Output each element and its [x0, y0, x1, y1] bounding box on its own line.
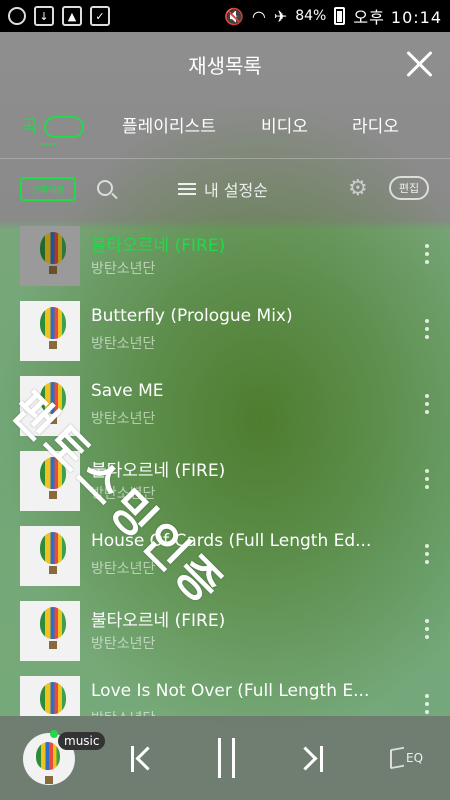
song-artist: 방탄소년단 — [91, 486, 156, 502]
repeat-button[interactable]: 반복재생 — [20, 177, 76, 201]
eq-label: EQ — [406, 751, 424, 765]
page-title: 재생목록 — [188, 53, 262, 78]
speaker-icon — [390, 746, 404, 770]
list-item[interactable]: Save ME 방탄소년단 — [0, 370, 450, 445]
active-tab-indicator — [42, 143, 56, 146]
song-title: Love Is Not Over (Full Length E... — [91, 681, 370, 701]
sort-button[interactable]: 내 설정순 — [178, 177, 268, 201]
clock: 오후 10:14 — [353, 8, 442, 27]
mute-icon: 🔇 — [223, 6, 244, 26]
balloon-icon — [40, 532, 66, 574]
tab-radio[interactable]: 라디오 — [352, 112, 399, 137]
song-artist: 방탄소년단 — [91, 561, 156, 577]
album-thumbnail — [20, 226, 80, 286]
more-options-icon[interactable] — [424, 317, 430, 341]
song-artist: 방탄소년단 — [91, 261, 156, 277]
list-toolbar: 반복재생 내 설정순 편집 — [0, 160, 450, 220]
balloon-icon — [40, 457, 66, 499]
circle-notification-icon — [8, 7, 26, 25]
song-title: House Of Cards (Full Length Ed... — [91, 531, 372, 551]
header: 재생목록 — [0, 32, 450, 96]
more-options-icon[interactable] — [424, 467, 430, 491]
tab-label: 곡 — [22, 117, 38, 137]
list-item[interactable]: 불타오르네 (FIRE) 방탄소년단 — [0, 595, 450, 670]
album-thumbnail — [20, 526, 80, 586]
search-icon[interactable] — [97, 180, 113, 196]
mini-player: music EQ — [0, 716, 450, 800]
divider — [0, 158, 450, 159]
eq-button[interactable]: EQ — [390, 746, 424, 770]
balloon-icon — [40, 232, 66, 274]
wifi-icon: ◠ — [251, 6, 266, 26]
sort-label: 내 설정순 — [204, 181, 268, 200]
music-badge: music — [58, 732, 106, 750]
check-notification-icon: ✓ — [90, 6, 110, 26]
live-indicator — [50, 730, 58, 738]
tab-playlists[interactable]: 플레이리스트 — [122, 112, 216, 137]
sort-icon — [178, 181, 196, 197]
song-title: 불타오르네 (FIRE) — [91, 611, 226, 631]
edit-button[interactable]: 편집 — [389, 176, 429, 200]
more-options-icon[interactable] — [424, 692, 430, 716]
balloon-icon — [36, 742, 60, 784]
tab-label: 비디오 — [261, 117, 308, 137]
close-icon[interactable] — [402, 47, 436, 81]
song-title: Butterfly (Prologue Mix) — [91, 306, 293, 326]
song-artist: 방탄소년단 — [91, 708, 155, 716]
list-item[interactable]: Love Is Not Over (Full Length E... 방탄소년단 — [0, 670, 450, 716]
song-title: 불타오르네 (FIRE) — [91, 236, 226, 256]
tab-bar: 곡 플레이리스트 비디오 라디오 — [0, 96, 450, 152]
more-options-icon[interactable] — [424, 542, 430, 566]
list-item[interactable]: 불타오르네 (FIRE) 방탄소년단 — [0, 220, 450, 295]
download-notification-icon: ↓ — [34, 6, 54, 26]
balloon-icon — [40, 382, 66, 424]
tab-songs[interactable]: 곡 — [22, 112, 84, 138]
tab-label: 플레이리스트 — [122, 117, 216, 137]
list-item[interactable]: 불타오르네 (FIRE) 방탄소년단 — [0, 445, 450, 520]
song-artist: 방탄소년단 — [91, 411, 156, 427]
gear-icon[interactable]: ⚙ — [348, 178, 368, 200]
more-options-icon[interactable] — [424, 392, 430, 416]
battery-percent: 84% — [295, 8, 327, 24]
song-count-badge — [43, 116, 84, 138]
tab-videos[interactable]: 비디오 — [261, 112, 308, 137]
song-title: 불타오르네 (FIRE) — [91, 461, 226, 481]
balloon-icon — [40, 307, 66, 349]
more-options-icon[interactable] — [424, 242, 430, 266]
next-track-button[interactable] — [297, 746, 323, 772]
song-list: 불타오르네 (FIRE) 방탄소년단 Butterfly (Prologue M… — [0, 220, 450, 716]
list-item[interactable]: House Of Cards (Full Length Ed... 방탄소년단 — [0, 520, 450, 595]
tab-label: 라디오 — [352, 117, 399, 137]
previous-track-button[interactable] — [131, 746, 157, 772]
balloon-icon — [40, 682, 66, 714]
album-thumbnail — [20, 376, 80, 436]
airplane-icon: ✈ — [273, 6, 288, 26]
album-thumbnail — [20, 301, 80, 361]
more-options-icon[interactable] — [424, 617, 430, 641]
song-artist: 방탄소년단 — [91, 636, 156, 652]
song-title: Save ME — [91, 381, 164, 401]
album-thumbnail — [20, 601, 80, 661]
status-bar: ↓ ▲ ✓ 🔇 ◠ ✈ 84% 오후 10:14 — [0, 0, 450, 32]
list-item[interactable]: Butterfly (Prologue Mix) 방탄소년단 — [0, 295, 450, 370]
song-artist: 방탄소년단 — [91, 336, 156, 352]
image-notification-icon: ▲ — [62, 6, 82, 26]
pause-button[interactable] — [216, 738, 238, 778]
album-thumbnail — [20, 676, 80, 716]
album-thumbnail — [20, 451, 80, 511]
battery-icon — [334, 7, 346, 25]
balloon-icon — [40, 607, 66, 649]
